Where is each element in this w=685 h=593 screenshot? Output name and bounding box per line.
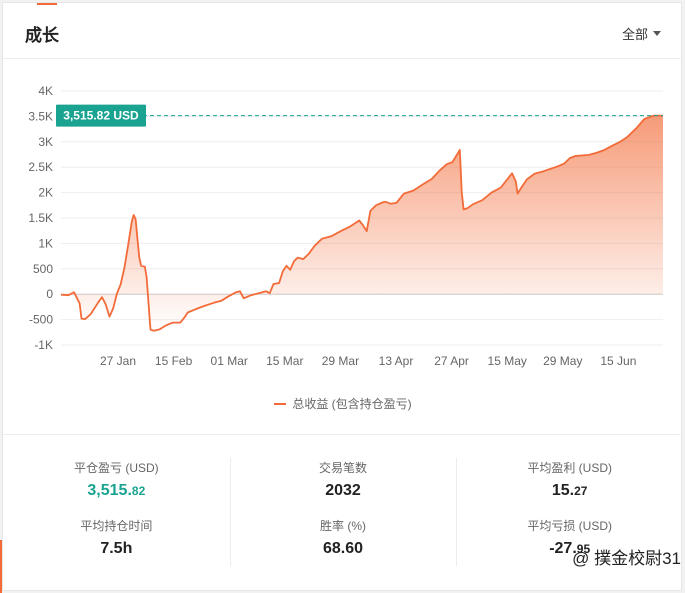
stat-label: 平均持仓时间 — [80, 519, 153, 533]
watermark: @ 撲金校尉31 — [572, 544, 681, 569]
left-accent-bar — [0, 540, 2, 593]
y-tick-label: 4K — [38, 84, 53, 98]
x-tick-label: 29 Mar — [322, 354, 359, 368]
stat-label: 交易笔数 — [319, 461, 368, 475]
stat-value: 15.27 — [551, 482, 588, 499]
y-tick-label: 2.5K — [28, 160, 53, 174]
range-dropdown[interactable]: 全部 — [622, 24, 661, 43]
legend-label: 总收益 (包含持仓盈亏) — [292, 397, 412, 411]
reference-label: 3,515.82 USD — [63, 109, 139, 123]
y-tick-label: 1K — [38, 236, 53, 250]
growth-chart[interactable]: 4K 3.5K 3K 2.5K 2K 1.5K 1K 500 0 -500 -1K 27 Jan 15 … — [3, 73, 683, 383]
card-title: 成长 — [25, 26, 59, 45]
y-tick-label: 3.5K — [28, 109, 53, 123]
chart-legend[interactable]: 总收益 (包含持仓盈亏) — [3, 395, 683, 412]
y-tick-label: 3K — [38, 135, 53, 149]
stat-label: 平均亏损 (USD) — [527, 519, 613, 533]
y-tick-label: 0 — [46, 287, 53, 301]
y-tick-label: 1.5K — [28, 211, 53, 225]
stat-label: 平仓盈亏 (USD) — [74, 461, 159, 475]
y-tick-label: -1K — [34, 338, 53, 352]
x-tick-label: 15 Mar — [266, 354, 303, 368]
stat-win-rate: 胜率 (%) 68.60 — [230, 502, 457, 560]
stat-value: 68.60 — [322, 540, 364, 557]
range-dropdown-label: 全部 — [621, 27, 648, 42]
x-tick-label: 15 Feb — [155, 354, 193, 368]
x-tick-label: 13 Apr — [379, 354, 414, 368]
x-tick-label: 15 May — [488, 354, 527, 368]
x-tick-label: 27 Apr — [434, 354, 469, 368]
stats-column-2: 交易笔数 2032 胜率 (%) 68.60 — [229, 444, 457, 574]
stat-value: 2032 — [325, 482, 361, 499]
x-tick-label: 29 May — [543, 354, 582, 368]
stat-closed-pnl: 平仓盈亏 (USD) 3,515.82 — [3, 444, 230, 502]
watermark-text: @ 撲金校尉31 — [572, 549, 681, 568]
stat-value: 7.5h — [100, 540, 133, 557]
stat-label: 平均盈利 (USD) — [527, 461, 613, 475]
stat-label: 胜率 (%) — [320, 519, 366, 533]
stat-value: 3,515.82 — [87, 482, 146, 499]
stat-avg-hold-time: 平均持仓时间 7.5h — [3, 502, 230, 560]
y-tick-label: 500 — [33, 262, 53, 276]
card-header: 成长 全部 — [3, 3, 683, 59]
x-tick-label: 01 Mar — [211, 354, 248, 368]
stats-divider — [3, 434, 683, 435]
legend-line-icon — [274, 402, 287, 405]
y-tick-label: -500 — [29, 313, 53, 327]
growth-card: 成长 全部 4K 3.5K 3K 2.5K 2K 1.5K 1K 500 0 -500 -1K 27 … — [2, 2, 683, 591]
stat-avg-profit: 平均盈利 (USD) 15.27 — [456, 444, 683, 502]
x-tick-label: 27 Jan — [100, 354, 136, 368]
x-tick-label: 15 Jun — [600, 354, 636, 368]
caret-down-icon — [653, 31, 661, 36]
stat-trade-count: 交易笔数 2032 — [230, 444, 457, 502]
y-tick-label: 2K — [38, 186, 53, 200]
stats-column-1: 平仓盈亏 (USD) 3,515.82 平均持仓时间 7.5h — [3, 444, 230, 574]
